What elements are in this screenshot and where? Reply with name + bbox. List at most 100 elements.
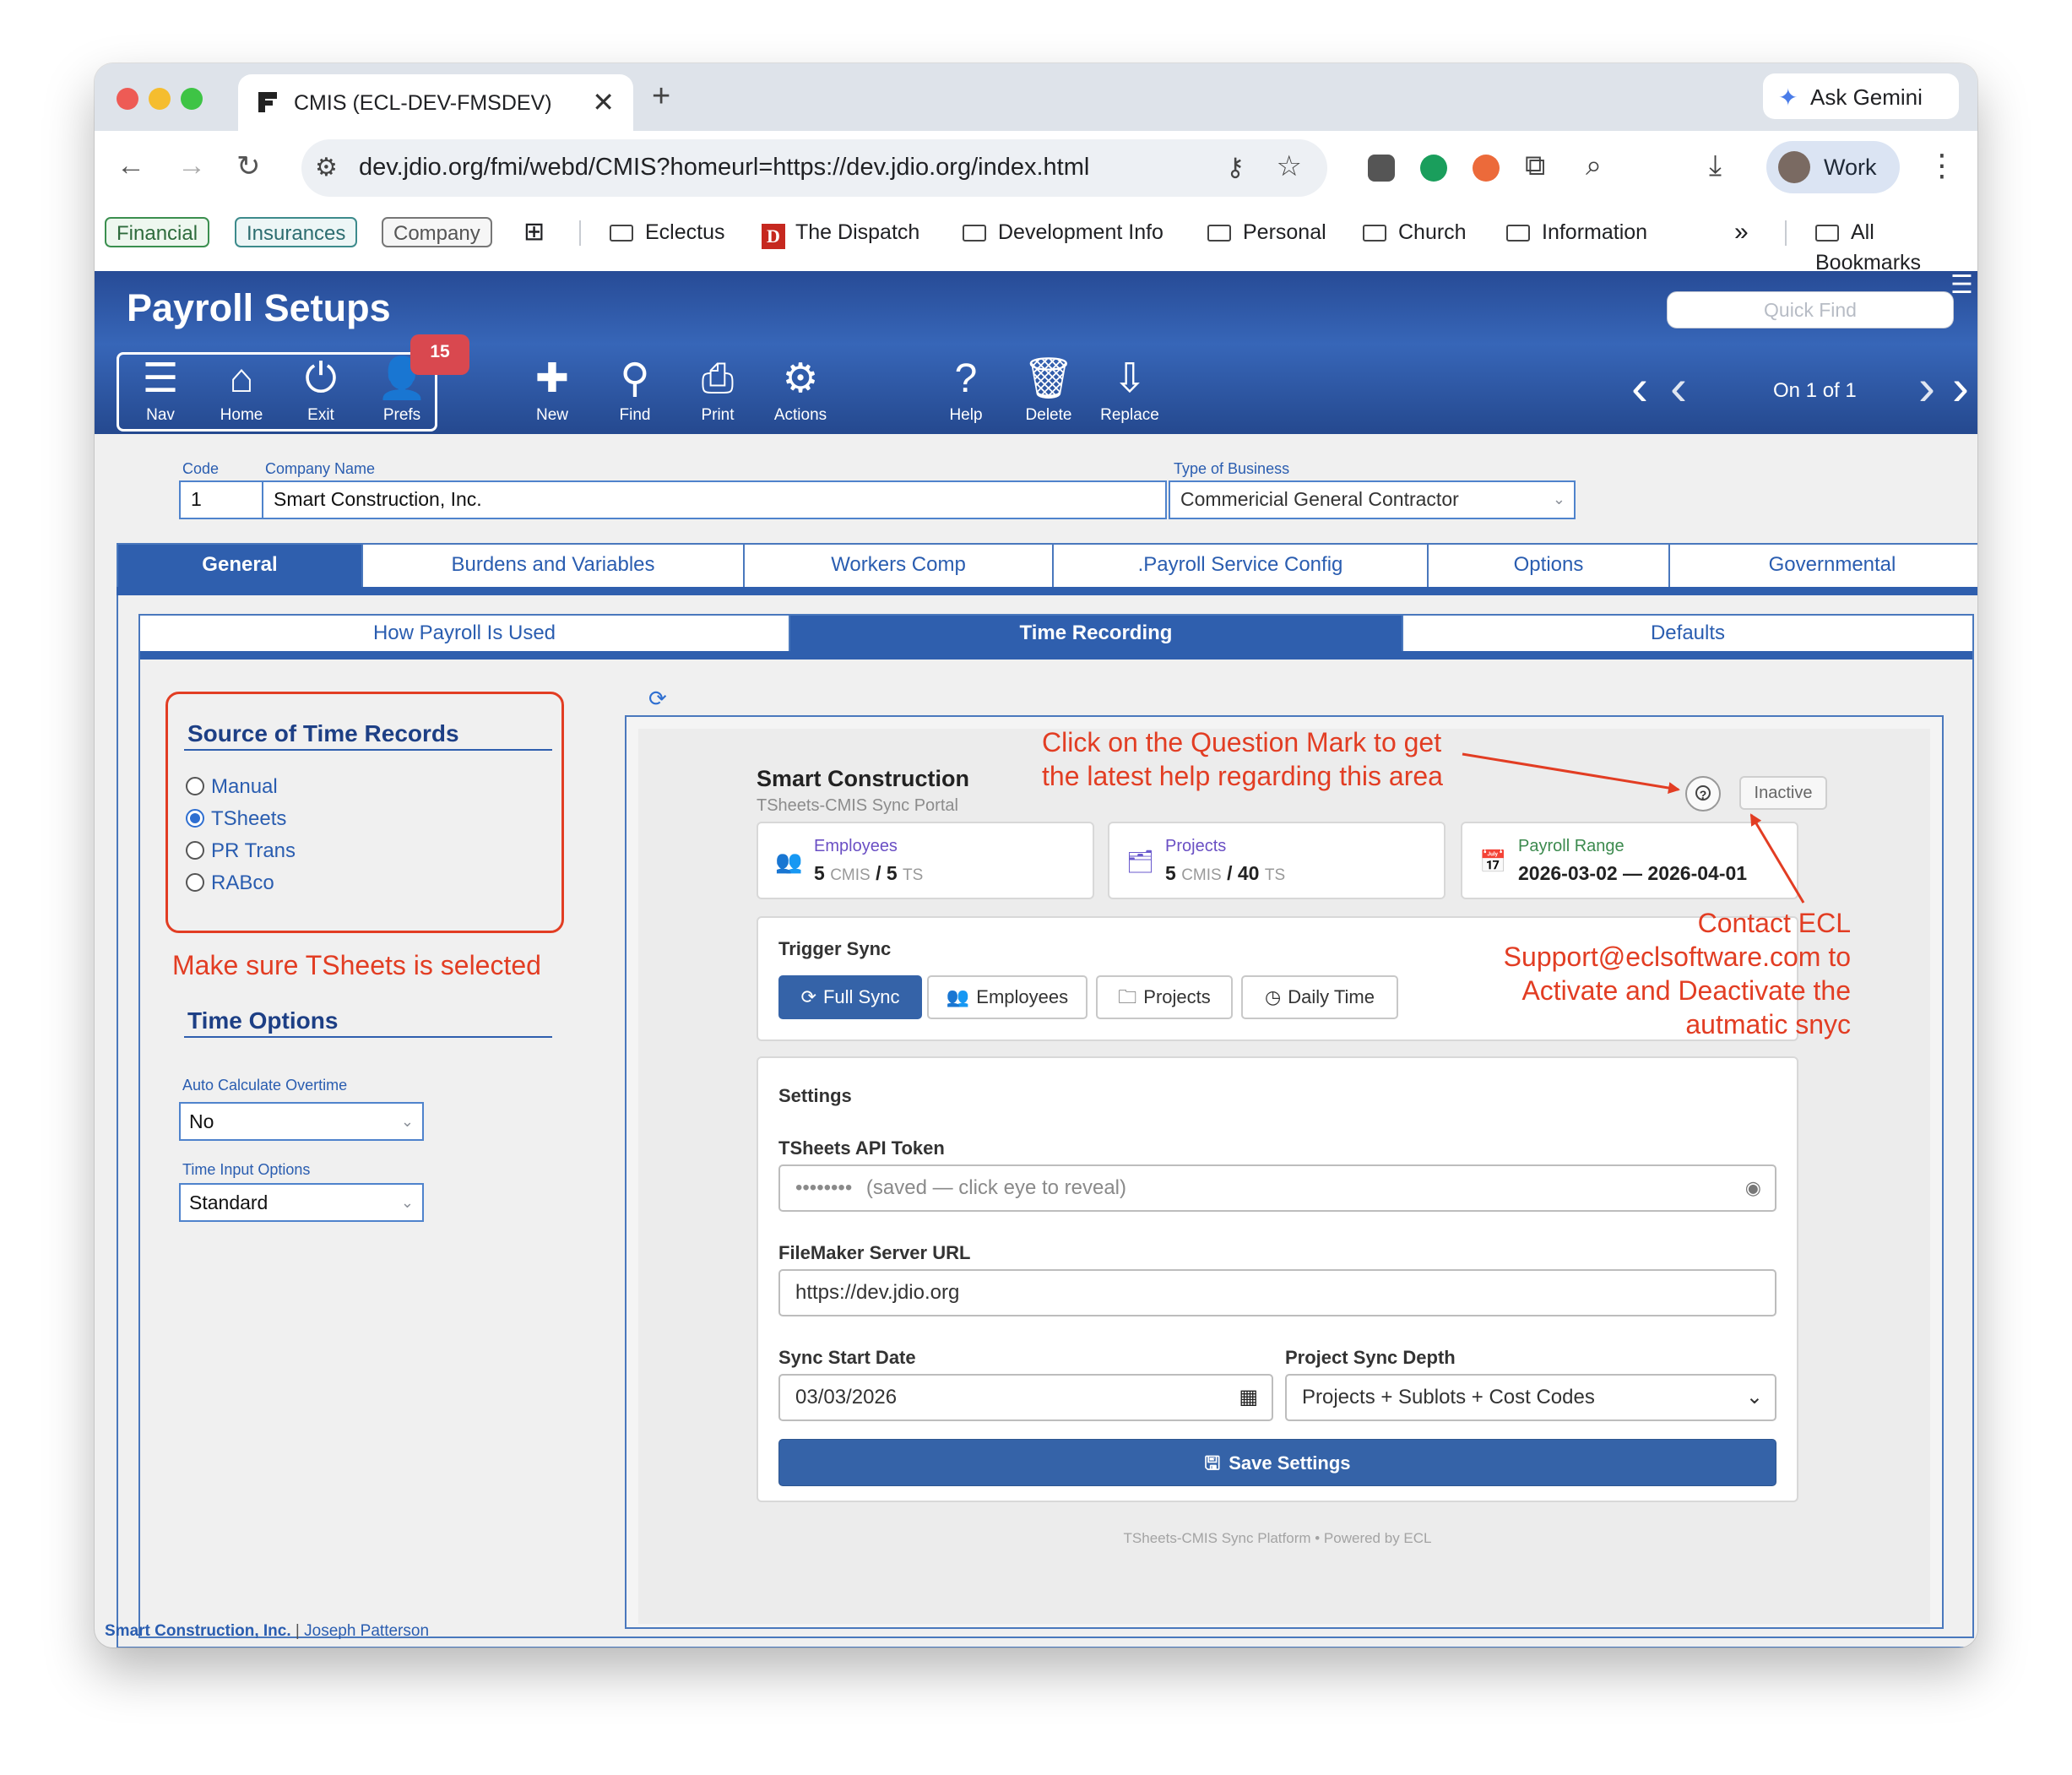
new-button[interactable]: ✚ New [518,356,586,425]
first-record-icon[interactable]: ‹ [1631,362,1648,413]
code-label: Code [182,460,220,477]
password-key-icon[interactable]: ⚷ [1226,153,1245,182]
puzzle-extensions-icon[interactable]: ⧉ [1525,149,1545,182]
replace-button[interactable]: ⇩ Replace [1096,356,1163,425]
bookmark-information[interactable]: Information [1506,217,1647,247]
type-of-business-select[interactable]: Commericial General Contractor ⌄ [1169,480,1576,519]
home-button[interactable]: ⌂ Home [208,356,275,425]
chevron-down-icon: ⌄ [400,1194,414,1211]
tab-time-recording[interactable]: Time Recording [790,616,1403,651]
extension-icon[interactable] [1368,155,1395,182]
calendar-icon[interactable]: ▦ [1239,1376,1258,1419]
url-text[interactable]: dev.jdio.org/fmi/webd/CMIS?homeurl=https… [359,154,1089,182]
bookmark-personal[interactable]: Personal [1207,217,1326,247]
help-icon: ? [954,356,978,401]
site-settings-icon[interactable]: ⚙ [315,153,338,182]
record-counter: On 1 of 1 [1773,379,1857,402]
employees-card: 👥 Employees 5 CMIS / 5 TS [757,822,1094,899]
nav-button[interactable]: ☰ Nav [127,356,194,425]
filemaker-server-url-field[interactable]: https://dev.jdio.org [778,1269,1776,1316]
forward-icon[interactable]: → [177,149,206,182]
tab-search-icon[interactable]: ⌕ [1586,149,1602,182]
tab-options[interactable]: Options [1429,545,1670,587]
extension-orange-icon[interactable] [1473,155,1500,182]
radio-rabco[interactable]: RABco [186,871,274,896]
refresh-icon[interactable]: ⟳ [648,686,667,712]
actions-button[interactable]: ⚙ Actions [767,356,834,425]
all-bookmarks[interactable]: All Bookmarks [1815,217,1977,278]
tab-general[interactable]: General [118,545,363,587]
radio-tsheets[interactable]: TSheets [186,806,286,832]
bookmark-chip-financial[interactable]: Financial [105,217,210,247]
sync-employees-button[interactable]: 👥 Employees [927,975,1088,1019]
delete-button[interactable]: 🗑 Delete [1015,356,1082,425]
browser-tab[interactable]: CMIS (ECL-DEV-FMSDEV) ✕ [238,74,633,131]
tab-how-payroll-is-used[interactable]: How Payroll Is Used [140,616,790,651]
tab-burdens-and-variables[interactable]: Burdens and Variables [363,545,745,587]
bookmark-chip-insurances[interactable]: Insurances [235,217,358,247]
tsheets-api-token-field[interactable]: •••••••• (saved — click eye to reveal) ◉ [778,1164,1776,1212]
full-sync-button[interactable]: ⟳ Full Sync [778,975,922,1019]
back-icon[interactable]: ← [117,149,145,182]
close-window-button[interactable] [117,88,138,110]
bookmark-eclectus[interactable]: Eclectus [610,217,724,247]
ask-gemini-button[interactable]: ✦ Ask Gemini [1763,73,1959,119]
tab-close-icon[interactable]: ✕ [592,86,615,118]
more-menu-icon[interactable]: ⋮ [1927,148,1957,183]
auto-calculate-overtime-select[interactable]: No ⌄ [179,1102,424,1141]
hamburger-menu-icon[interactable]: ☰ [1950,273,1973,298]
type-of-business-label: Type of Business [1174,460,1290,477]
tab-title: CMIS (ECL-DEV-FMSDEV) [294,91,552,115]
sub-tab-underline [140,651,1972,660]
profile-button[interactable]: Work [1766,141,1900,193]
project-sync-depth-select[interactable]: Projects + Sublots + Cost Codes ⌄ [1285,1374,1776,1421]
bookmark-star-icon[interactable]: ☆ [1277,149,1302,183]
download-icon: ⇩ [1112,356,1147,401]
find-button[interactable]: ⚲ Find [601,356,669,425]
address-bar[interactable]: ⚙ dev.jdio.org/fmi/webd/CMIS?homeurl=htt… [301,139,1327,197]
bookmark-church[interactable]: Church [1363,217,1467,247]
sync-daily-time-button[interactable]: ◷ Daily Time [1241,975,1398,1019]
auto-calculate-overtime-label: Auto Calculate Overtime [182,1077,348,1094]
radio-manual[interactable]: Manual [186,774,278,800]
save-settings-button[interactable]: 🖫 Save Settings [778,1439,1776,1486]
sync-start-date-field[interactable]: 03/03/2026 ▦ [778,1374,1273,1421]
bookmark-development-info[interactable]: Development Info [963,217,1163,247]
browser-window: CMIS (ECL-DEV-FMSDEV) ✕ + ✦ Ask Gemini ←… [95,63,1977,1647]
zoom-window-button[interactable] [181,88,203,110]
minimize-window-button[interactable] [149,88,171,110]
exit-button[interactable]: ⏻ Exit [287,356,355,425]
grammarly-icon[interactable] [1420,155,1447,182]
radio-circle [186,873,204,892]
footer-company: Smart Construction, Inc. [105,1622,291,1640]
notification-badge[interactable]: 15 [410,334,469,375]
time-input-options-select[interactable]: Standard ⌄ [179,1183,424,1222]
sync-projects-button[interactable]: 🗀 Projects [1096,975,1233,1019]
print-button[interactable]: ⎙ Print [684,356,751,425]
help-question-button[interactable]: ? [1685,776,1721,812]
company-name-field[interactable]: Smart Construction, Inc. [262,480,1167,519]
profile-label: Work [1824,155,1877,180]
code-field[interactable]: 1 [179,480,263,519]
help-button[interactable]: ? Help [932,356,1000,425]
quick-find-input[interactable]: Quick Find [1667,291,1954,328]
projects-card-label: Projects [1165,837,1227,855]
bookmark-chip-company[interactable]: Company [382,217,492,247]
next-record-icon[interactable]: › [1918,362,1935,413]
downloads-icon[interactable]: ⤓ [1709,149,1722,182]
last-record-icon[interactable]: › [1952,362,1969,413]
radio-pr-trans[interactable]: PR Trans [186,839,296,864]
eye-icon[interactable]: ◉ [1745,1166,1761,1210]
apps-grid-icon[interactable]: ⊞ [523,217,545,247]
more-bookmarks-icon[interactable]: » [1734,217,1749,247]
tab-defaults[interactable]: Defaults [1403,616,1972,651]
radio-circle-selected [186,809,204,828]
tab-governmental[interactable]: Governmental [1670,545,1977,587]
tab-payroll-service-config[interactable]: .Payroll Service Config [1054,545,1429,587]
tab-workers-comp[interactable]: Workers Comp [745,545,1054,587]
reload-icon[interactable]: ↻ [236,149,261,183]
folder-icon [1506,225,1530,242]
previous-record-icon[interactable]: ‹ [1670,362,1687,413]
bookmark-the-dispatch[interactable]: D The Dispatch [762,217,919,249]
new-tab-button[interactable]: + [652,79,670,115]
